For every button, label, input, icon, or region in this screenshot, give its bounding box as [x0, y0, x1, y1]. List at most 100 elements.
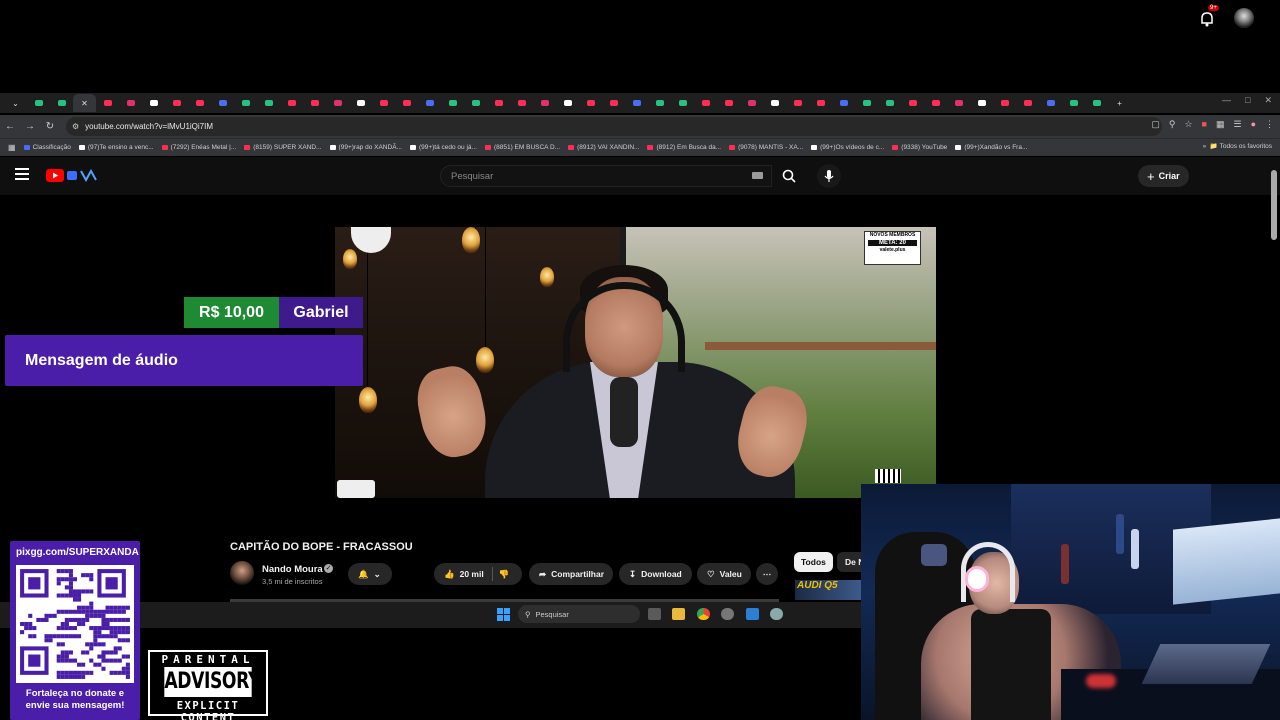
browser-tab[interactable] [717, 94, 740, 112]
browser-tab[interactable] [878, 94, 901, 112]
settings-gear-icon[interactable] [770, 608, 783, 620]
youtube-logo[interactable] [46, 169, 100, 182]
browser-tab[interactable] [119, 94, 142, 112]
file-explorer-icon[interactable] [672, 608, 685, 620]
browser-tab[interactable] [510, 94, 533, 112]
recommended-thumbnail[interactable]: AUDI Q5 [795, 580, 861, 600]
restore-icon[interactable]: □ [1245, 95, 1250, 106]
bookmark-item[interactable]: (8912) VAI XANDIN... [568, 144, 639, 151]
browser-tab[interactable] [487, 94, 510, 112]
bookmark-item[interactable]: (9078) MANTIS - XA... [729, 144, 803, 151]
voice-search-button[interactable] [817, 164, 841, 188]
browser-tab[interactable]: ⌄ [4, 94, 27, 112]
bookmark-item[interactable]: (99+)rap do XANDÃ... [329, 144, 402, 151]
browser-tab[interactable] [303, 94, 326, 112]
search-button[interactable] [773, 165, 805, 187]
browser-tab[interactable] [763, 94, 786, 112]
url-field[interactable]: ⚙ youtube.com/watch?v=lMvU1iQi7IM [66, 117, 1162, 136]
chip-all[interactable]: Todos [794, 552, 833, 572]
bookmark-item[interactable]: (7292) Enéas Metal |... [161, 144, 236, 151]
browser-tab[interactable] [671, 94, 694, 112]
bookmark-item[interactable]: Classificação [23, 144, 71, 151]
browser-tab[interactable] [188, 94, 211, 112]
browser-tab[interactable] [556, 94, 579, 112]
windows-start-icon[interactable] [497, 608, 510, 621]
apps-grid-icon[interactable]: ▦ [8, 143, 16, 152]
browser-tab[interactable] [1039, 94, 1062, 112]
browser-tab[interactable] [602, 94, 625, 112]
browser-tab[interactable] [372, 94, 395, 112]
browser-tab[interactable] [418, 94, 441, 112]
browser-tab[interactable] [625, 94, 648, 112]
account-avatar[interactable] [1234, 8, 1254, 28]
task-view-icon[interactable] [648, 608, 661, 620]
browser-tab[interactable] [1062, 94, 1085, 112]
browser-tab[interactable] [326, 94, 349, 112]
like-button[interactable]: 👍 20 mil 👎 [434, 563, 522, 585]
more-actions-button[interactable]: ⋯ [756, 563, 778, 585]
create-button[interactable]: + Criar [1138, 165, 1189, 187]
browser-tab[interactable] [533, 94, 556, 112]
taskbar-search[interactable]: ⚲ Pesquisar [518, 605, 640, 623]
menu-dots-icon[interactable]: ⋮ [1265, 119, 1274, 130]
browser-tab[interactable] [947, 94, 970, 112]
browser-tab[interactable] [648, 94, 671, 112]
bookmark-item[interactable]: (8851) EM BUSCA D... [484, 144, 560, 151]
browser-tab[interactable] [579, 94, 602, 112]
download-button[interactable]: ↧ Download [619, 563, 692, 585]
notifications-bell-icon[interactable] [1198, 10, 1216, 28]
bookmark-item[interactable]: (9338) YouTube [892, 144, 947, 151]
profile-icon[interactable]: ● [1251, 119, 1256, 130]
channel-avatar[interactable] [230, 561, 254, 585]
browser-tab[interactable] [832, 94, 855, 112]
search-input[interactable]: Pesquisar [440, 165, 772, 187]
browser-tab[interactable] [855, 94, 878, 112]
keyboard-icon[interactable] [752, 172, 763, 179]
site-info-icon[interactable]: ⚙ [72, 122, 79, 131]
browser-tab[interactable] [970, 94, 993, 112]
bookmark-item[interactable]: (8912) Em Busca da... [647, 144, 721, 151]
thumbs-down-icon[interactable]: 👎 [499, 569, 510, 580]
forward-icon[interactable]: → [20, 121, 40, 132]
page-scrollbar[interactable] [1271, 170, 1277, 240]
subscription-bell-button[interactable]: 🔔 ⌄ [348, 563, 392, 585]
media-icon[interactable]: ☰ [1233, 119, 1241, 130]
browser-tab[interactable] [349, 94, 372, 112]
share-button[interactable]: ➦ Compartilhar [529, 563, 613, 585]
zoom-icon[interactable]: ⚲ [1169, 119, 1176, 130]
reload-icon[interactable]: ↻ [40, 121, 60, 132]
minimize-icon[interactable]: — [1222, 95, 1231, 106]
app-blue-icon[interactable] [746, 608, 759, 620]
install-icon[interactable]: ▢ [1151, 119, 1160, 130]
browser-tab[interactable] [786, 94, 809, 112]
browser-tab[interactable] [234, 94, 257, 112]
thanks-button[interactable]: ♡ Valeu [697, 563, 751, 585]
video-player[interactable]: NOVOS MEMBROS META: 20 valete.plus [335, 227, 936, 498]
browser-tab[interactable] [27, 94, 50, 112]
chrome-icon[interactable] [697, 608, 710, 620]
browser-tab[interactable] [1016, 94, 1039, 112]
browser-tab[interactable] [464, 94, 487, 112]
app-icon[interactable] [721, 608, 734, 620]
browser-tab[interactable] [257, 94, 280, 112]
browser-tab[interactable] [441, 94, 464, 112]
all-bookmarks-button[interactable]: » 📁 Todos os favoritos [1203, 142, 1272, 150]
browser-tab[interactable] [740, 94, 763, 112]
bookmark-item[interactable]: (8159) SUPER XAND... [244, 144, 322, 151]
hamburger-menu-icon[interactable] [15, 168, 29, 183]
bookmark-item[interactable]: (99+)Os vídeos de c... [811, 144, 884, 151]
browser-tab[interactable] [280, 94, 303, 112]
browser-tab[interactable] [901, 94, 924, 112]
browser-tab[interactable] [96, 94, 119, 112]
browser-tab[interactable] [809, 94, 832, 112]
browser-tab[interactable] [211, 94, 234, 112]
extension-red-icon[interactable]: ■ [1202, 119, 1207, 130]
browser-tab[interactable] [395, 94, 418, 112]
browser-tab[interactable]: ✕ [73, 94, 96, 112]
new-tab-button[interactable]: + [1108, 94, 1131, 112]
browser-tab[interactable] [50, 94, 73, 112]
browser-tab[interactable] [694, 94, 717, 112]
close-window-icon[interactable]: ✕ [1264, 95, 1272, 106]
extensions-icon[interactable]: ▦ [1216, 119, 1225, 130]
browser-tab[interactable] [165, 94, 188, 112]
